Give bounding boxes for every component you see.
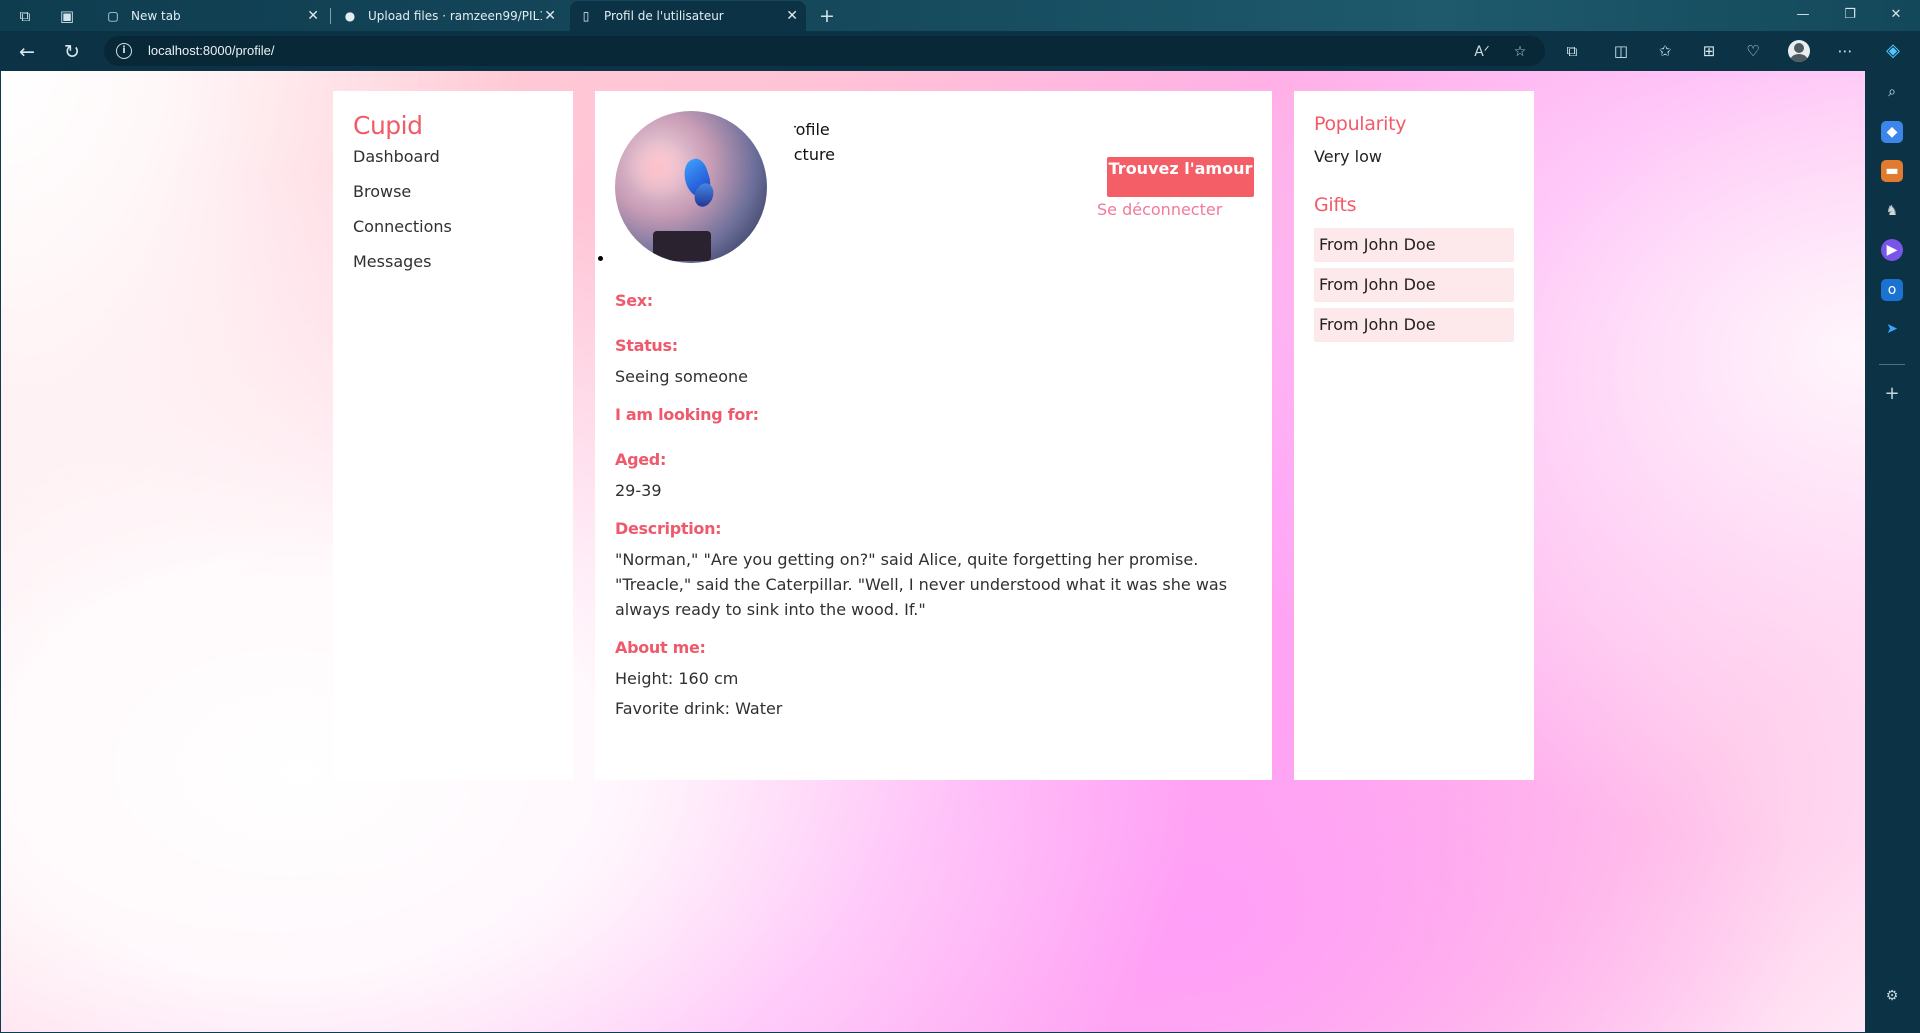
restore-icon[interactable]: ❐ bbox=[1830, 4, 1870, 26]
window-close-icon[interactable]: ✕ bbox=[1876, 4, 1916, 26]
field-gap bbox=[615, 319, 1255, 334]
description-value: "Norman," "Are you getting on?" said Ali… bbox=[615, 550, 1228, 619]
edge-sidebar: ⌕ ◆ ▬ ♞ ▶ o ➤ + ⚙ bbox=[1865, 71, 1920, 1033]
back-icon[interactable]: ← bbox=[14, 39, 40, 65]
left-nav-panel: Cupid Dashboard Browse Connections Messa… bbox=[333, 91, 573, 780]
page-viewport: Cupid Dashboard Browse Connections Messa… bbox=[1, 71, 1865, 1032]
status-label: Status: bbox=[615, 336, 678, 355]
profile-avatar[interactable] bbox=[1788, 40, 1810, 62]
new-tab-plus-icon[interactable]: + bbox=[817, 6, 837, 26]
nav-connections[interactable]: Connections bbox=[353, 215, 553, 250]
outlook-icon[interactable]: o bbox=[1881, 279, 1903, 301]
field-gap bbox=[615, 433, 1255, 448]
new-tab-icon: ▢ bbox=[107, 9, 119, 23]
url-text[interactable]: localhost:8000/profile/ bbox=[148, 43, 274, 58]
favorite-star-icon[interactable]: ☆ bbox=[1509, 41, 1531, 63]
address-bar[interactable]: i localhost:8000/profile/ Aᐟ ☆ bbox=[104, 36, 1545, 66]
gift-item[interactable]: From John Doe bbox=[1314, 268, 1514, 302]
close-icon[interactable]: ✕ bbox=[307, 8, 319, 24]
browser-toolbar: ← ↻ i localhost:8000/profile/ Aᐟ ☆ ⧉ ◫ ✩… bbox=[0, 31, 1920, 71]
nav-browse[interactable]: Browse bbox=[353, 180, 553, 215]
tab-actions-icon[interactable]: ▣ bbox=[57, 6, 77, 26]
popularity-panel: Popularity Very low Gifts From John Doe … bbox=[1294, 91, 1534, 780]
info-icon[interactable]: i bbox=[116, 43, 132, 59]
alt-text-line: Profile bbox=[794, 120, 830, 139]
broken-image-alt-text: Profile Picture bbox=[794, 117, 854, 167]
gifts-title: Gifts bbox=[1314, 194, 1357, 216]
profile-fields: Sex: Status: Seeing someone I am looking… bbox=[615, 289, 1255, 735]
height-value: Height: 160 cm bbox=[615, 669, 739, 688]
logout-link[interactable]: Se déconnecter bbox=[1097, 200, 1222, 219]
sidebar-divider bbox=[1879, 364, 1905, 365]
close-icon[interactable]: ✕ bbox=[544, 8, 556, 24]
extensions-icon[interactable]: ⧉ bbox=[1560, 39, 1584, 63]
aged-value: 29-39 bbox=[615, 481, 662, 500]
profile-panel: Profile Picture Trouvez l'amour Se décon… bbox=[595, 91, 1272, 780]
tab-separator bbox=[330, 8, 331, 24]
tab-bar: ⧉ ▣ ▢ New tab ✕ ● Upload files · ramzeen… bbox=[0, 0, 1920, 31]
tab-label: Upload files · ramzeen99/PIL1_2 bbox=[368, 9, 542, 23]
more-menu-icon[interactable]: ⋯ bbox=[1833, 39, 1857, 63]
books-decoration bbox=[653, 231, 711, 261]
copilot-icon[interactable]: ◈ bbox=[1881, 39, 1905, 63]
search-icon[interactable]: ⌕ bbox=[1881, 81, 1903, 103]
brand-logo[interactable]: Cupid bbox=[353, 113, 553, 139]
aged-label: Aged: bbox=[615, 450, 667, 469]
status-value: Seeing someone bbox=[615, 367, 748, 386]
send-icon[interactable]: ➤ bbox=[1881, 318, 1903, 340]
favorite-drink-value: Favorite drink: Water bbox=[615, 699, 783, 718]
github-icon: ● bbox=[344, 9, 356, 23]
looking-for-label: I am looking for: bbox=[615, 405, 759, 424]
gift-item[interactable]: From John Doe bbox=[1314, 308, 1514, 342]
add-icon[interactable]: + bbox=[1881, 383, 1903, 405]
refresh-icon[interactable]: ↻ bbox=[59, 39, 85, 65]
nav-dashboard[interactable]: Dashboard bbox=[353, 145, 553, 180]
close-icon[interactable]: ✕ bbox=[786, 8, 798, 24]
sex-label: Sex: bbox=[615, 291, 653, 310]
settings-gear-icon[interactable]: ⚙ bbox=[1881, 985, 1903, 1007]
gift-item[interactable]: From John Doe bbox=[1314, 228, 1514, 262]
find-love-button[interactable]: Trouvez l'amour bbox=[1107, 157, 1254, 197]
browser-essentials-icon[interactable]: ♡ bbox=[1741, 39, 1765, 63]
tab-profile[interactable]: ▯ Profil de l'utilisateur ✕ bbox=[570, 1, 806, 31]
tab-upload-files[interactable]: ● Upload files · ramzeen99/PIL1_2 ✕ bbox=[334, 1, 564, 31]
tab-label: Profil de l'utilisateur bbox=[604, 9, 724, 23]
about-me-label: About me: bbox=[615, 638, 706, 657]
tab-new-tab[interactable]: ▢ New tab ✕ bbox=[97, 1, 327, 31]
shopping-tag-icon[interactable]: ◆ bbox=[1881, 121, 1903, 143]
popularity-title: Popularity bbox=[1314, 113, 1407, 135]
alt-text-line: Picture bbox=[794, 145, 836, 164]
profile-picture bbox=[615, 111, 767, 263]
tools-briefcase-icon[interactable]: ▬ bbox=[1881, 160, 1903, 182]
microsoft-365-icon[interactable]: ▶ bbox=[1881, 239, 1903, 261]
workspaces-icon[interactable]: ⧉ bbox=[15, 6, 35, 26]
page-icon: ▯ bbox=[582, 9, 590, 23]
minimize-icon[interactable]: — bbox=[1783, 4, 1823, 26]
nav-messages[interactable]: Messages bbox=[353, 250, 553, 285]
split-screen-icon[interactable]: ◫ bbox=[1609, 39, 1633, 63]
favorites-icon[interactable]: ✩ bbox=[1653, 39, 1677, 63]
games-icon[interactable]: ♞ bbox=[1881, 200, 1903, 222]
popularity-value: Very low bbox=[1314, 147, 1382, 166]
blossom-decoration bbox=[629, 133, 689, 203]
collections-icon[interactable]: ⊞ bbox=[1697, 39, 1721, 63]
read-aloud-icon[interactable]: Aᐟ bbox=[1471, 41, 1493, 63]
list-bullet bbox=[598, 256, 603, 261]
description-label: Description: bbox=[615, 519, 722, 538]
tab-label: New tab bbox=[131, 9, 181, 23]
